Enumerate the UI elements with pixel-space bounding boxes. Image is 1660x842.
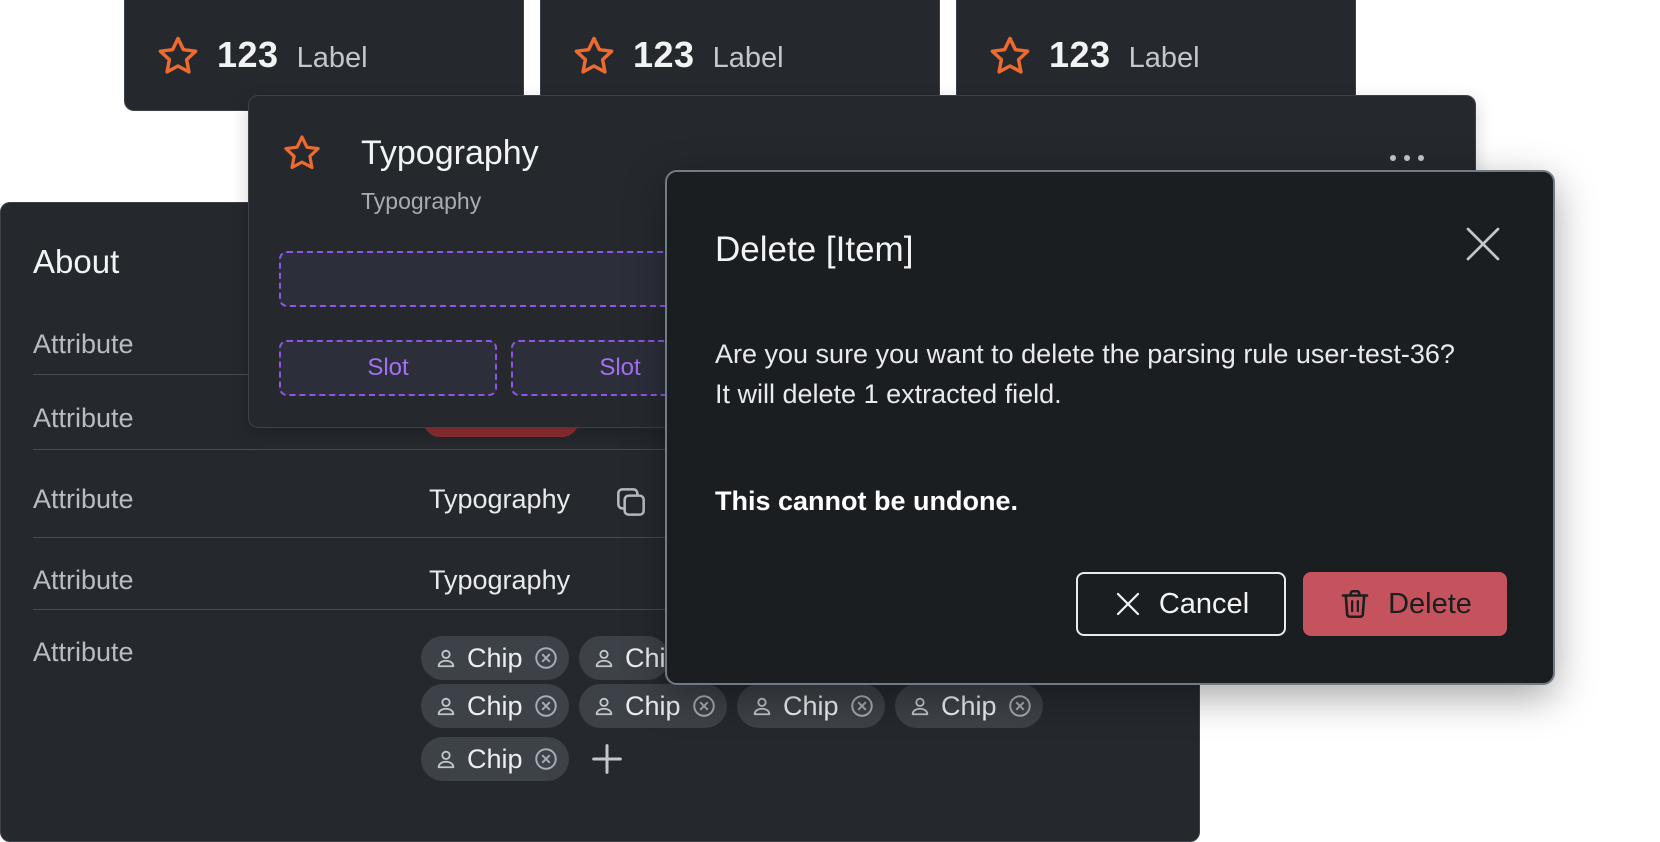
chip-label: Chip — [625, 642, 669, 673]
remove-chip-icon[interactable] — [849, 693, 875, 719]
attribute-label: Attribute — [33, 637, 134, 667]
dialog-message-line: It will delete 1 extracted field. — [715, 379, 1062, 409]
chip[interactable]: Chip — [895, 684, 1043, 728]
user-icon — [437, 750, 455, 769]
plus-icon[interactable] — [587, 739, 627, 779]
chip-label: Chip — [625, 690, 681, 721]
chip[interactable]: Chip — [421, 636, 569, 680]
stat-value: 123 — [633, 34, 695, 75]
attribute-label: Attribute — [33, 484, 134, 514]
card-title: Typography — [361, 134, 539, 172]
remove-chip-icon[interactable] — [533, 746, 559, 772]
chip[interactable]: Chip — [421, 737, 569, 781]
close-icon[interactable] — [1463, 224, 1503, 264]
remove-chip-icon[interactable] — [1007, 693, 1033, 719]
trash-icon — [1341, 589, 1369, 619]
dialog-warning: This cannot be undone. — [715, 486, 1018, 516]
user-icon — [753, 697, 771, 716]
chip-label: Chip — [941, 690, 997, 721]
chip-label: Chip — [783, 690, 839, 721]
stat-label: Label — [1128, 41, 1200, 74]
star-icon — [574, 36, 614, 74]
user-icon — [437, 649, 455, 668]
star-icon — [158, 36, 198, 74]
user-icon — [595, 649, 613, 668]
card-subtitle: Typography — [361, 188, 482, 214]
copy-icon[interactable] — [612, 483, 650, 521]
attribute-value: Typography — [429, 484, 571, 514]
chip-label: Chip — [467, 743, 523, 774]
star-icon — [990, 36, 1030, 74]
delete-button[interactable]: Delete — [1303, 572, 1507, 636]
cancel-button-label: Cancel — [1158, 587, 1250, 620]
chip-label: Chip — [467, 690, 523, 721]
chip-label: Chip — [467, 642, 523, 673]
cancel-button[interactable]: Cancel — [1076, 572, 1286, 636]
attribute-label: Attribute — [33, 403, 134, 433]
attribute-label: Attribute — [33, 329, 134, 359]
remove-chip-icon[interactable] — [691, 693, 717, 719]
stat-value: 123 — [1049, 34, 1111, 75]
chip[interactable]: Chip — [579, 636, 669, 680]
chip[interactable]: Chip — [421, 684, 569, 728]
attribute-value: Typography — [429, 565, 571, 595]
dialog-message-line: Are you sure you want to delete the pars… — [715, 339, 1455, 369]
chip[interactable]: Chip — [579, 684, 727, 728]
star-icon — [284, 135, 320, 170]
delete-dialog: Delete [Item] Are you sure you want to d… — [665, 170, 1555, 685]
user-icon — [911, 697, 929, 716]
stat-label: Label — [296, 41, 368, 74]
remove-chip-icon[interactable] — [533, 693, 559, 719]
dialog-message: Are you sure you want to delete the pars… — [715, 334, 1455, 414]
delete-button-label: Delete — [1388, 587, 1472, 620]
dialog-title: Delete [Item] — [715, 230, 914, 269]
user-icon — [595, 697, 613, 716]
slot-placeholder: Slot — [279, 340, 497, 396]
user-icon — [437, 697, 455, 716]
remove-chip-icon[interactable] — [533, 645, 559, 671]
stat-value: 123 — [217, 34, 279, 75]
about-title: About — [33, 243, 120, 280]
close-icon — [1116, 592, 1139, 616]
attribute-label: Attribute — [33, 565, 134, 595]
chip[interactable]: Chip — [737, 684, 885, 728]
more-horizontal-icon[interactable] — [1387, 152, 1427, 164]
stat-label: Label — [712, 41, 784, 74]
